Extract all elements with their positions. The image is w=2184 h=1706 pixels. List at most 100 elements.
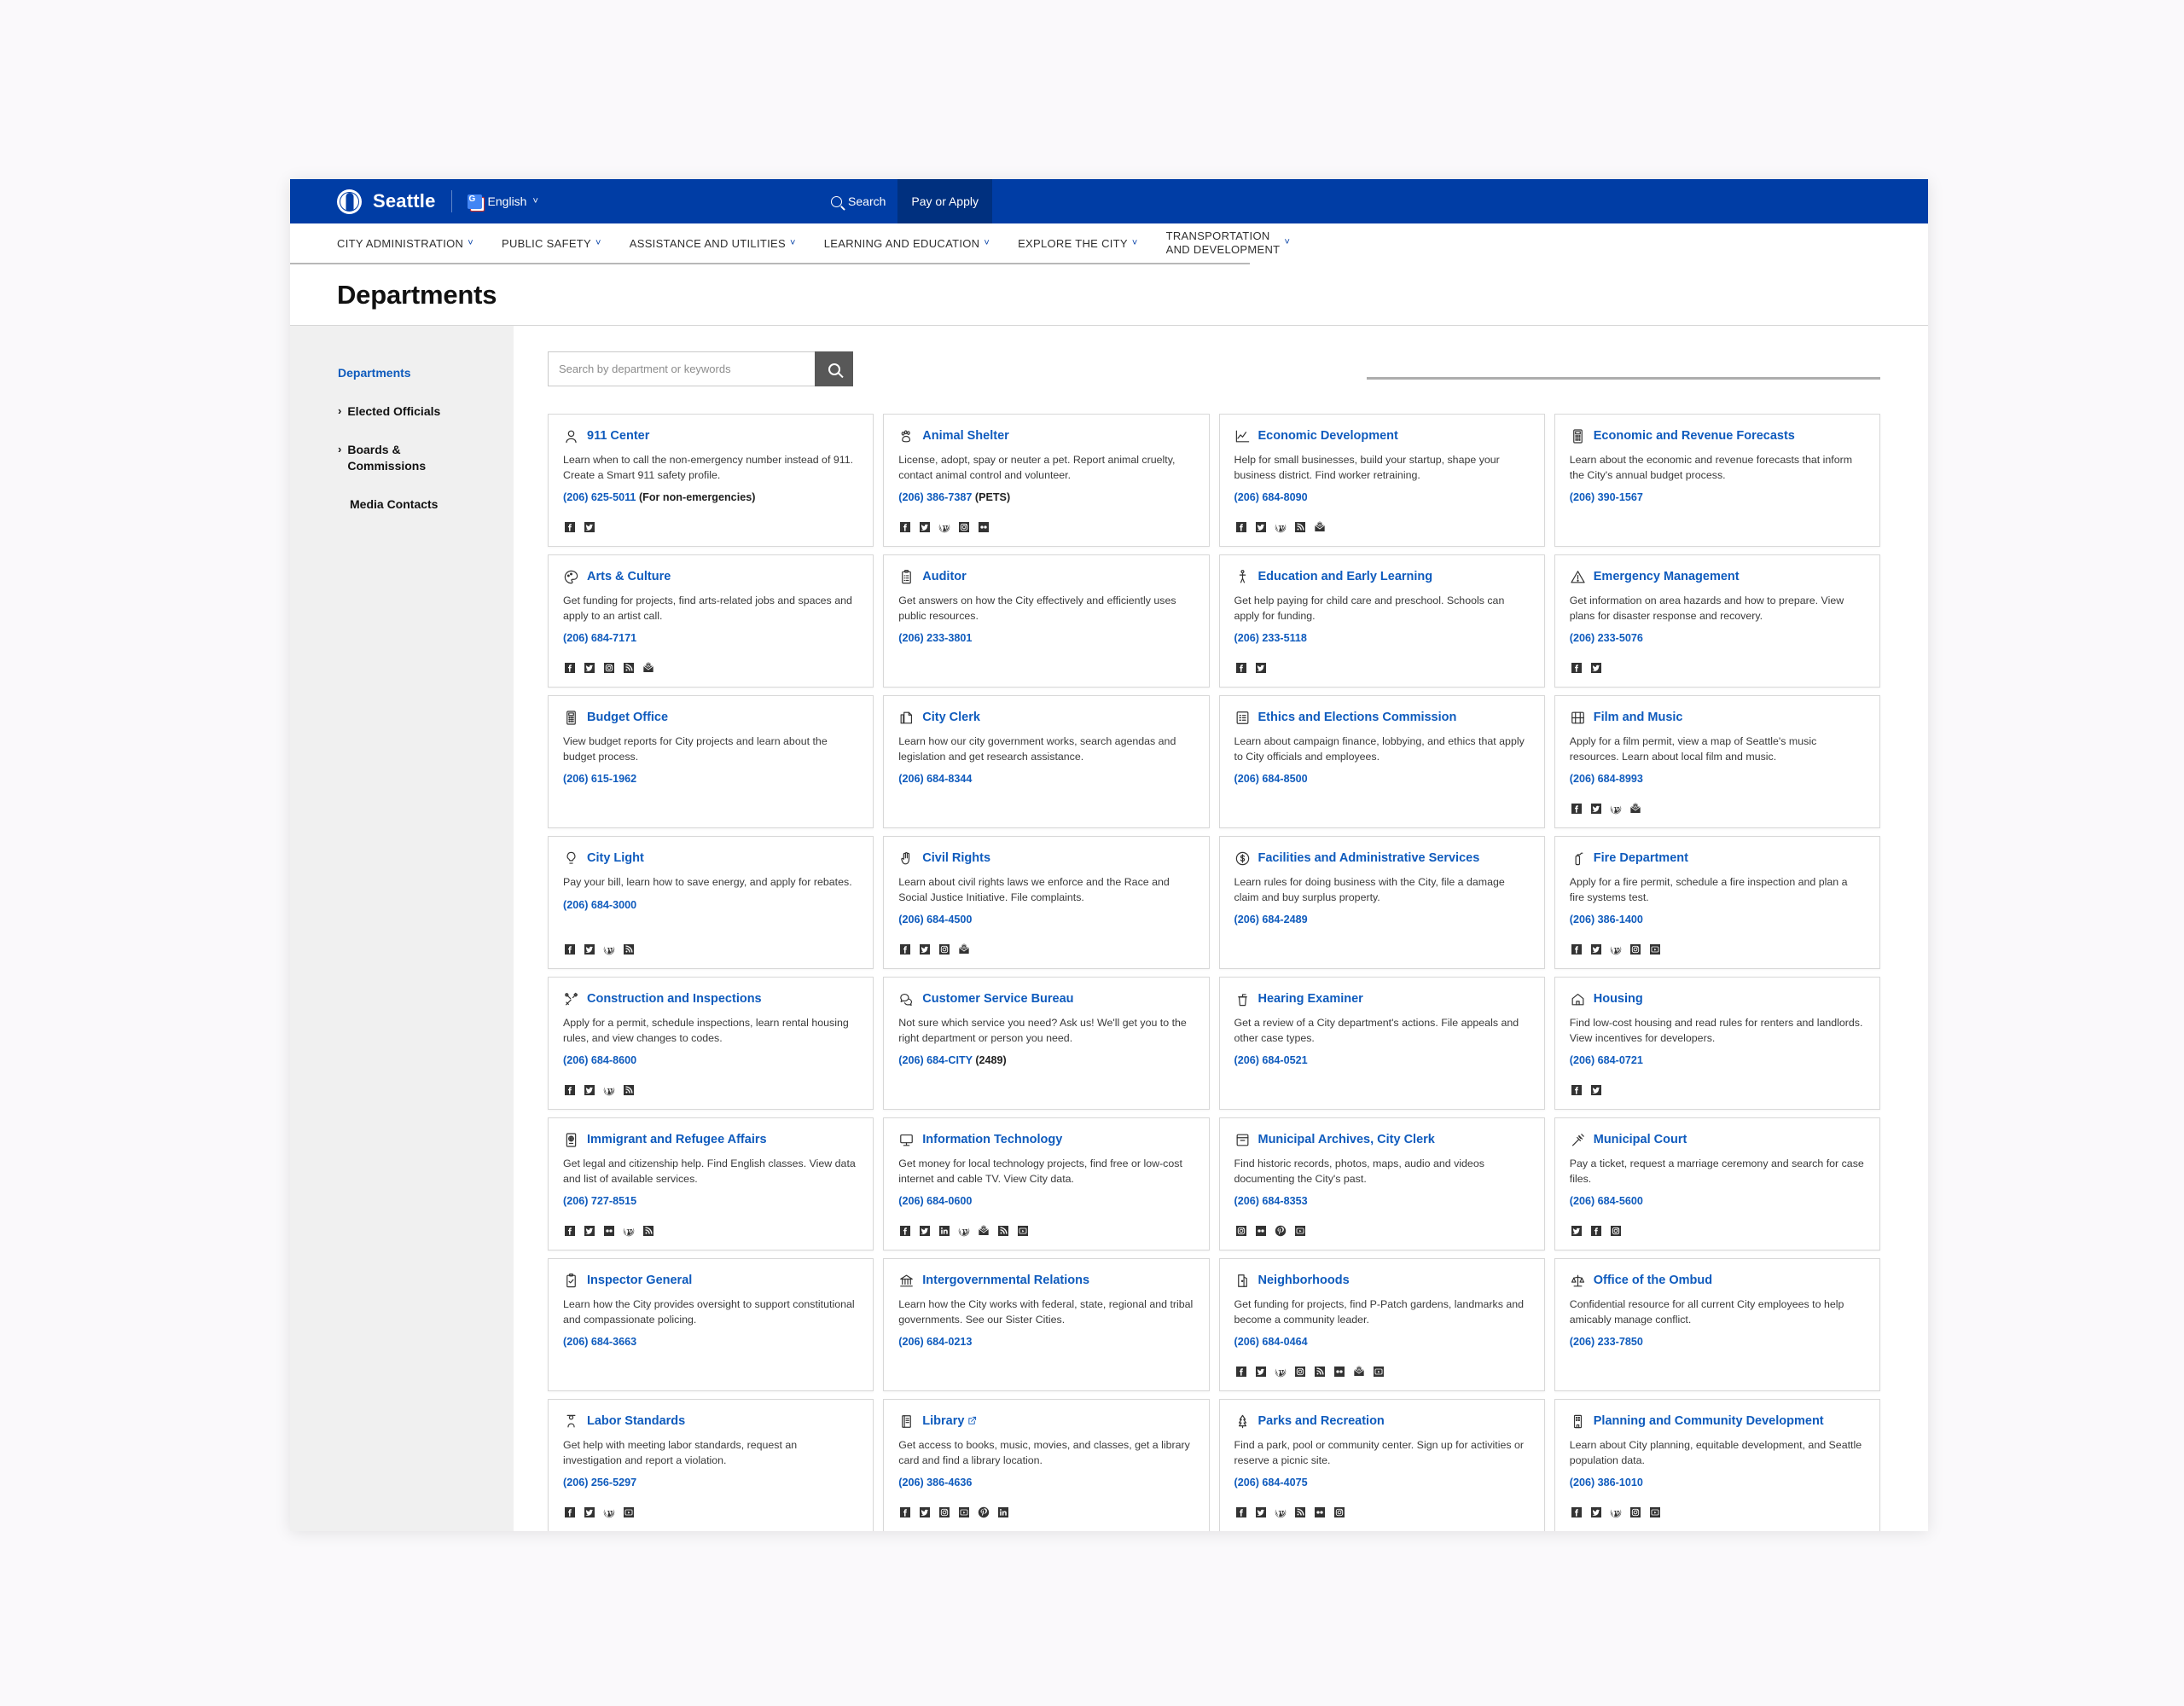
social-link-newsletter[interactable] bbox=[1352, 1365, 1366, 1378]
social-link-instagram[interactable] bbox=[1609, 1224, 1623, 1238]
department-card[interactable]: Municipal Archives, City Clerk Find histo… bbox=[1218, 1117, 1545, 1250]
social-link-facebook[interactable] bbox=[1589, 1224, 1603, 1238]
social-link-facebook[interactable] bbox=[1234, 1506, 1248, 1519]
social-link-instagram[interactable] bbox=[1234, 1224, 1248, 1238]
social-link-twitter[interactable] bbox=[583, 661, 596, 675]
department-name[interactable]: Ethics and Elections Commission bbox=[1258, 711, 1457, 725]
social-link-flickr[interactable] bbox=[1313, 1506, 1327, 1519]
social-link-instagram[interactable] bbox=[1629, 943, 1642, 956]
department-card[interactable]: Intergovernmental Relations Learn how the… bbox=[883, 1258, 1210, 1391]
social-link-facebook[interactable] bbox=[1234, 520, 1248, 534]
department-phone[interactable]: (206) 233-3801 bbox=[898, 632, 1194, 644]
department-name[interactable]: Information Technology bbox=[922, 1133, 1062, 1147]
department-name[interactable]: Education and Early Learning bbox=[1258, 570, 1433, 584]
social-link-newsletter[interactable] bbox=[957, 943, 971, 956]
department-name[interactable]: Economic and Revenue Forecasts bbox=[1594, 429, 1795, 444]
department-card[interactable]: Inspector General Learn how the City prov… bbox=[548, 1258, 874, 1391]
social-link-newsletter[interactable] bbox=[1629, 802, 1642, 815]
social-link-youtube[interactable] bbox=[1293, 1224, 1307, 1238]
social-link-facebook[interactable] bbox=[1570, 943, 1583, 956]
department-phone[interactable]: (206) 684-8344 bbox=[898, 773, 1194, 785]
social-link-rss[interactable] bbox=[996, 1224, 1010, 1238]
social-link-twitter[interactable] bbox=[1589, 943, 1603, 956]
department-phone[interactable]: (206) 684-4500 bbox=[898, 914, 1194, 926]
department-phone[interactable]: (206) 684-8090 bbox=[1234, 491, 1530, 503]
social-link-wordpress[interactable] bbox=[622, 1224, 636, 1238]
department-name[interactable]: Immigrant and Refugee Affairs bbox=[587, 1133, 767, 1147]
social-link-twitter[interactable] bbox=[1254, 1506, 1268, 1519]
social-link-flickr[interactable] bbox=[602, 1224, 616, 1238]
social-link-facebook[interactable] bbox=[1570, 1506, 1583, 1519]
social-link-twitter[interactable] bbox=[1570, 1224, 1583, 1238]
social-link-twitter[interactable] bbox=[1254, 520, 1268, 534]
department-phone[interactable]: (206) 390-1567 bbox=[1570, 491, 1865, 503]
department-name[interactable]: Municipal Court bbox=[1594, 1133, 1687, 1147]
department-card[interactable]: Office of the Ombud Confidential resource… bbox=[1554, 1258, 1880, 1391]
social-link-flickr[interactable] bbox=[1254, 1224, 1268, 1238]
social-link-rss[interactable] bbox=[1313, 1365, 1327, 1378]
department-phone[interactable]: (206) 625-5011 (For non-emergencies) bbox=[563, 491, 858, 503]
social-link-wordpress[interactable] bbox=[602, 1083, 616, 1097]
social-link-wordpress[interactable] bbox=[602, 943, 616, 956]
nav-item-city-administration[interactable]: CITY ADMINISTRATION ˅ bbox=[337, 237, 473, 250]
department-phone[interactable]: (206) 684-0521 bbox=[1234, 1054, 1530, 1066]
department-name[interactable]: Office of the Ombud bbox=[1594, 1274, 1712, 1288]
language-selector[interactable]: G English ˅ bbox=[467, 194, 538, 209]
department-card[interactable]: Budget Office View budget reports for Cit… bbox=[548, 695, 874, 828]
department-name[interactable]: 911 Center bbox=[587, 429, 649, 444]
social-link-facebook[interactable] bbox=[563, 1506, 577, 1519]
social-link-facebook[interactable] bbox=[898, 943, 912, 956]
department-card[interactable]: Planning and Community Development Learn … bbox=[1554, 1399, 1880, 1531]
social-link-wordpress[interactable] bbox=[1609, 802, 1623, 815]
department-name[interactable]: Film and Music bbox=[1594, 711, 1683, 725]
department-card[interactable]: Ethics and Elections Commission Learn abo… bbox=[1218, 695, 1545, 828]
social-link-wordpress[interactable] bbox=[957, 1224, 971, 1238]
department-name[interactable]: Construction and Inspections bbox=[587, 992, 762, 1007]
department-card[interactable]: Parks and Recreation Find a park, pool or… bbox=[1218, 1399, 1545, 1531]
department-name[interactable]: Municipal Archives, City Clerk bbox=[1258, 1133, 1435, 1147]
department-name[interactable]: Customer Service Bureau bbox=[922, 992, 1073, 1007]
department-phone[interactable]: (206) 684-CITY (2489) bbox=[898, 1054, 1194, 1066]
social-link-linkedin[interactable] bbox=[996, 1506, 1010, 1519]
social-link-instagram[interactable] bbox=[957, 520, 971, 534]
social-link-facebook[interactable] bbox=[1234, 661, 1248, 675]
social-link-twitter[interactable] bbox=[1589, 1506, 1603, 1519]
department-card[interactable]: City Light Pay your bill, learn how to sa… bbox=[548, 836, 874, 969]
social-link-flickr[interactable] bbox=[1333, 1365, 1346, 1378]
department-name[interactable]: City Clerk bbox=[922, 711, 980, 725]
department-card[interactable]: Information Technology Get money for loca… bbox=[883, 1117, 1210, 1250]
social-link-wordpress[interactable] bbox=[1274, 520, 1287, 534]
department-card[interactable]: Economic and Revenue Forecasts Learn abou… bbox=[1554, 414, 1880, 547]
department-name[interactable]: Parks and Recreation bbox=[1258, 1414, 1385, 1429]
social-link-instagram[interactable] bbox=[938, 1506, 951, 1519]
social-link-newsletter[interactable] bbox=[642, 661, 655, 675]
social-link-twitter[interactable] bbox=[583, 943, 596, 956]
department-phone[interactable]: (206) 684-3663 bbox=[563, 1336, 858, 1348]
department-card[interactable]: 911 Center Learn when to call the non-eme… bbox=[548, 414, 874, 547]
social-link-youtube[interactable] bbox=[1648, 1506, 1662, 1519]
social-link-facebook[interactable] bbox=[563, 520, 577, 534]
social-link-rss[interactable] bbox=[622, 661, 636, 675]
social-link-twitter[interactable] bbox=[1589, 661, 1603, 675]
department-phone[interactable]: (206) 684-0721 bbox=[1570, 1054, 1865, 1066]
department-phone[interactable]: (206) 684-3000 bbox=[563, 899, 858, 911]
social-link-instagram[interactable] bbox=[1333, 1506, 1346, 1519]
department-phone[interactable]: (206) 684-5600 bbox=[1570, 1195, 1865, 1207]
social-link-twitter[interactable] bbox=[918, 943, 932, 956]
social-link-facebook[interactable] bbox=[1570, 661, 1583, 675]
nav-item-assistance-and-utilities[interactable]: ASSISTANCE AND UTILITIES ˅ bbox=[630, 237, 796, 250]
social-link-facebook[interactable] bbox=[898, 520, 912, 534]
social-link-wordpress[interactable] bbox=[1274, 1365, 1287, 1378]
social-link-instagram[interactable] bbox=[602, 661, 616, 675]
social-link-youtube[interactable] bbox=[957, 1506, 971, 1519]
social-link-facebook[interactable] bbox=[1234, 1365, 1248, 1378]
department-card[interactable]: Emergency Management Get information on a… bbox=[1554, 554, 1880, 688]
social-link-twitter[interactable] bbox=[918, 520, 932, 534]
department-card[interactable]: Civil Rights Learn about civil rights law… bbox=[883, 836, 1210, 969]
department-card[interactable]: Library Get access to books, music, movie… bbox=[883, 1399, 1210, 1531]
department-phone[interactable]: (206) 684-8500 bbox=[1234, 773, 1530, 785]
social-link-facebook[interactable] bbox=[563, 1224, 577, 1238]
department-phone[interactable]: (206) 684-7171 bbox=[563, 632, 858, 644]
department-phone[interactable]: (206) 233-5118 bbox=[1234, 632, 1530, 644]
department-card[interactable]: Animal Shelter License, adopt, spay or ne… bbox=[883, 414, 1210, 547]
